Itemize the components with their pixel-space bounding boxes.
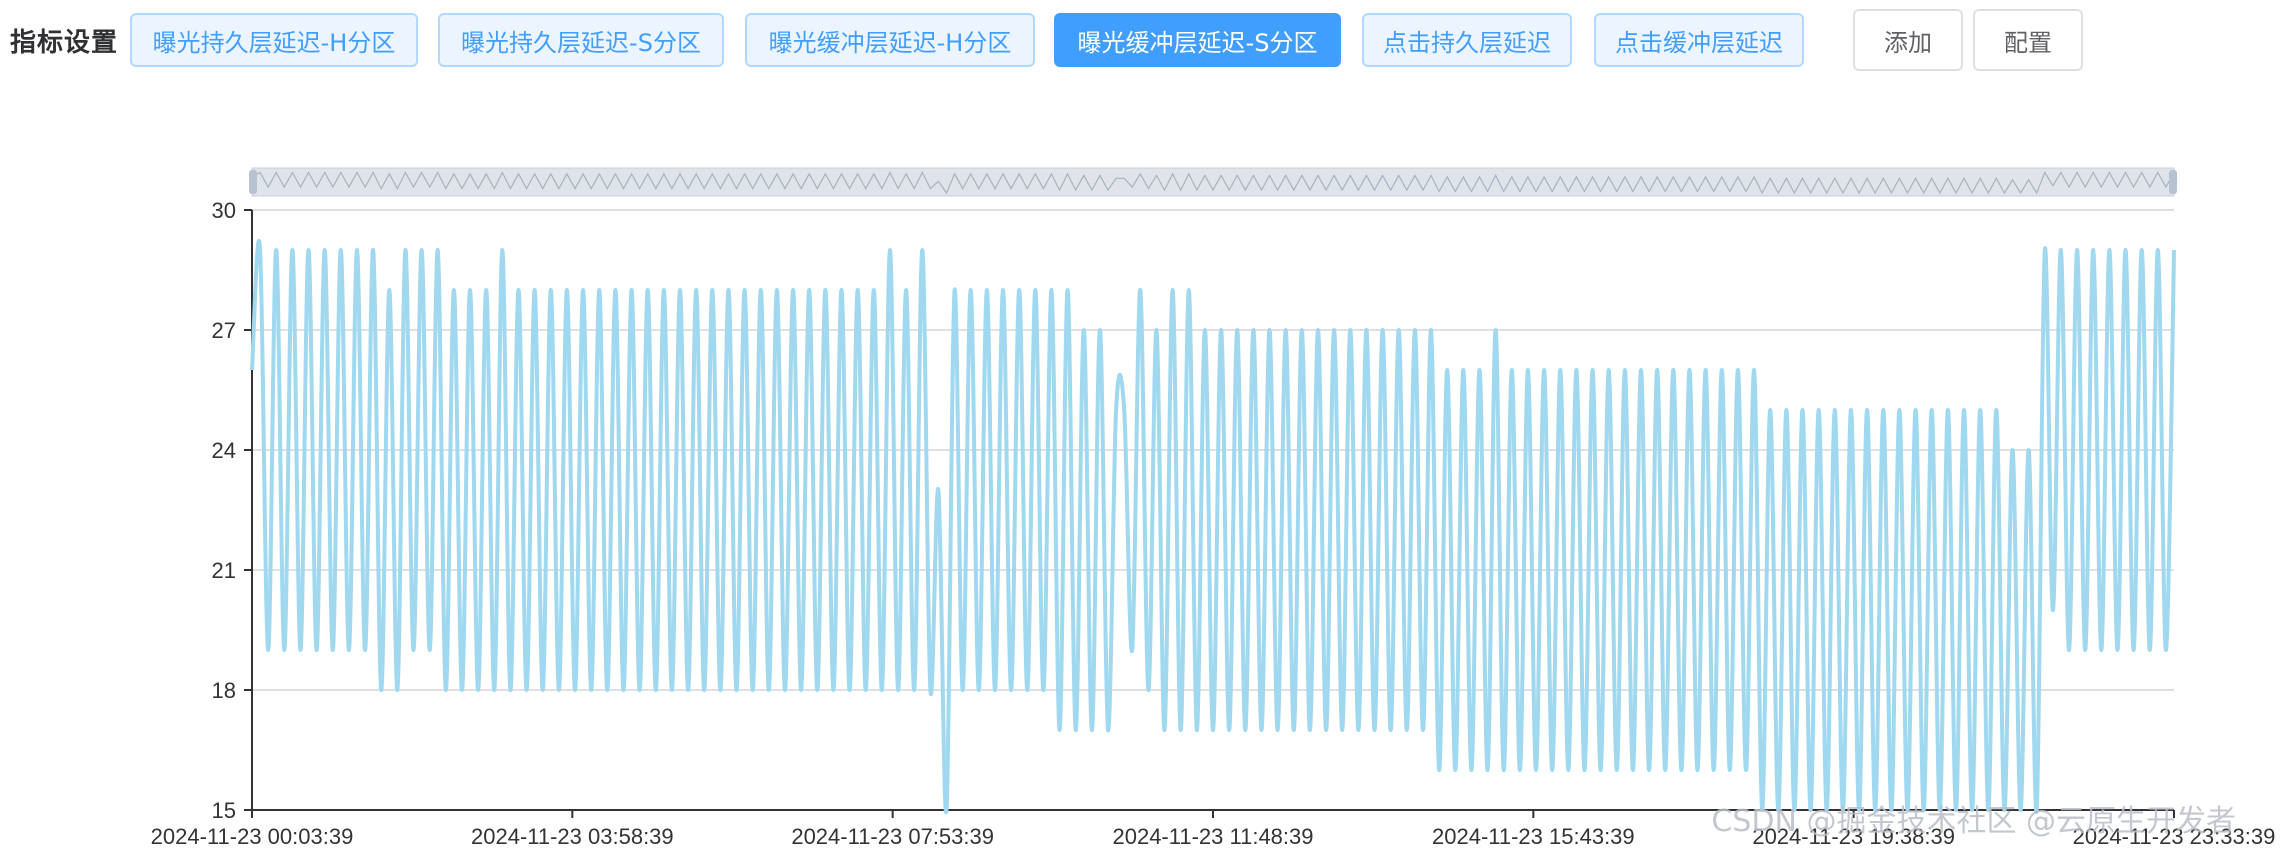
y-tick-label: 27	[212, 318, 236, 343]
datazoom-handle-left[interactable]	[249, 170, 257, 194]
x-tick-label: 2024-11-23 11:48:39	[1112, 824, 1313, 849]
series-line	[250, 238, 2176, 815]
y-tick-label: 15	[212, 798, 236, 823]
latency-line-chart: 15 18 21 24 27 30 2024-11-23 00:03:39 2024-11-…	[151, 167, 2275, 849]
x-tick-label: 2024-11-23 15:43:39	[1432, 824, 1635, 849]
x-tick-label: 2024-11-23 00:03:39	[151, 824, 354, 849]
watermark: CSDN @掘金技术社区 @云原生开发者	[1711, 804, 2236, 839]
datazoom-handle-right[interactable]	[2169, 170, 2177, 194]
datazoom-slider[interactable]	[249, 167, 2177, 197]
y-tick-label: 30	[212, 198, 236, 223]
x-tick-label: 2024-11-23 03:58:39	[471, 824, 674, 849]
y-tick-label: 21	[212, 558, 236, 583]
y-axis: 15 18 21 24 27 30	[212, 198, 252, 823]
x-tick-label: 2024-11-23 07:53:39	[791, 824, 994, 849]
y-tick-label: 18	[212, 678, 236, 703]
y-tick-label: 24	[212, 438, 236, 463]
series-group	[250, 238, 2176, 815]
